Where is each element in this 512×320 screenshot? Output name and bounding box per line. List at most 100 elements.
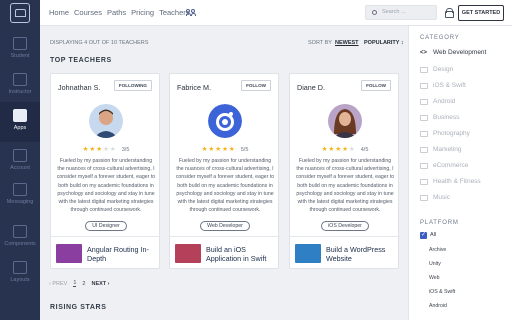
star-icon: ★ xyxy=(342,146,348,153)
platform-all-checkbox[interactable]: ✓ xyxy=(420,232,427,239)
platform-all-label[interactable]: All xyxy=(430,232,436,238)
category-label: Music xyxy=(433,194,450,201)
platform-android[interactable]: Android xyxy=(429,303,447,309)
course-thumbnail[interactable] xyxy=(175,244,201,263)
category-android[interactable]: Android xyxy=(420,98,455,105)
sort-by-label: SORT BY xyxy=(308,40,332,46)
pagination: ‹ PREV 1 2 NEXT › xyxy=(49,280,110,287)
teacher-card: Fabrice M. FOLLOW ★ ★ ★ ★ ★ 5/5 Fueled by my… xyxy=(169,73,280,269)
sidebar-item-components[interactable]: Components xyxy=(0,218,40,258)
teacher-bio: Fueled by my passion for understanding t… xyxy=(56,158,156,214)
course-thumbnail[interactable] xyxy=(56,244,82,263)
results-count: DISPLAYING 4 OUT OF 10 TEACHERS xyxy=(50,40,149,46)
divider xyxy=(170,236,280,237)
top-navbar: Home Courses Paths Pricing Teachers Sear… xyxy=(40,0,512,26)
prev-page-button[interactable]: ‹ PREV xyxy=(49,281,67,287)
divider xyxy=(290,236,400,237)
page-2-link[interactable]: 2 xyxy=(82,281,85,287)
rating: ★ ★ ★ ★ ★ 4/5 xyxy=(290,146,400,153)
category-photography[interactable]: Photography xyxy=(420,130,470,137)
category-title: CATEGORY xyxy=(420,35,460,41)
rating: ★ ★ ★ ★ ★ 3/5 xyxy=(51,146,161,153)
sidebar-item-messaging[interactable]: Messaging xyxy=(0,176,40,216)
avatar[interactable] xyxy=(328,104,362,138)
divider xyxy=(51,236,161,237)
star-icon: ★ xyxy=(96,146,103,153)
category-business[interactable]: Business xyxy=(420,114,459,121)
course-thumbnail[interactable] xyxy=(295,244,321,263)
teacher-card: Diane D. FOLLOW ★ ★ ★ ★ ★ 4/5 Fueled by my p… xyxy=(289,73,400,269)
category-music[interactable]: Music xyxy=(420,194,450,201)
follow-button[interactable]: FOLLOW xyxy=(361,80,391,91)
sidebar-item-apps[interactable]: Apps xyxy=(0,102,40,142)
follow-button[interactable]: FOLLOW xyxy=(241,80,271,91)
role-badge[interactable]: UI Designer xyxy=(85,221,127,231)
sidebar-item-instructor[interactable]: Instructor xyxy=(0,66,40,106)
category-marketing[interactable]: Marketing xyxy=(420,146,462,153)
star-icon: ★ xyxy=(321,146,328,153)
star-icon: ★ xyxy=(335,146,342,153)
get-started-button[interactable]: GET STARTED xyxy=(458,5,504,21)
sidebar-item-layouts[interactable]: Layouts xyxy=(0,254,40,294)
avatar[interactable] xyxy=(89,104,123,138)
sidebar-item-student[interactable]: Student xyxy=(0,30,40,70)
section-title-top-teachers: TOP TEACHERS xyxy=(50,57,112,64)
teacher-bio: Fueled by my passion for understanding t… xyxy=(175,158,275,214)
star-icon: ★ xyxy=(228,146,235,153)
sidebar-item-label: Account xyxy=(10,165,30,171)
search-input[interactable]: Search ... xyxy=(365,5,437,20)
rating-value: 3/5 xyxy=(121,146,130,153)
teacher-name[interactable]: Johnathan S. xyxy=(58,83,100,92)
category-label: Web Development xyxy=(433,49,487,56)
platform-web[interactable]: Web xyxy=(429,275,440,281)
following-button[interactable]: FOLLOWING xyxy=(113,80,152,91)
main-nav: Home Courses Paths Pricing Teachers xyxy=(49,8,190,17)
sort-newest-button[interactable]: NEWEST xyxy=(335,40,359,46)
course-title[interactable]: Angular Routing In-Depth xyxy=(87,245,157,263)
briefcase-icon xyxy=(420,114,428,121)
role-badge[interactable]: Web Developer xyxy=(200,221,250,231)
components-icon xyxy=(13,225,27,238)
category-label: iOS & Swift xyxy=(433,82,466,89)
cart-icon xyxy=(420,162,428,169)
category-design[interactable]: Design xyxy=(420,66,453,73)
page-1-link[interactable]: 1 xyxy=(73,280,77,287)
platform-unity[interactable]: Unity xyxy=(429,261,441,267)
star-icon: ★ xyxy=(103,146,109,153)
category-ios-swift[interactable]: iOS & Swift xyxy=(420,82,466,89)
category-web-development[interactable]: <> Web Development xyxy=(420,49,486,56)
sidebar-item-label: Layouts xyxy=(10,277,30,283)
star-icon: ★ xyxy=(348,146,355,153)
role-badge[interactable]: iOS Developer xyxy=(321,221,369,231)
search-icon xyxy=(372,10,377,15)
nav-pricing[interactable]: Pricing xyxy=(131,8,154,17)
course-title[interactable]: Build an iOS Application in Swift xyxy=(206,245,276,263)
student-icon xyxy=(13,37,27,50)
nav-courses[interactable]: Courses xyxy=(74,8,102,17)
users-icon[interactable] xyxy=(186,9,196,16)
platform-archive[interactable]: Archive xyxy=(429,247,446,253)
main-content: DISPLAYING 4 OUT OF 10 TEACHERS SORT BY … xyxy=(40,26,408,320)
rating-value: 5/5 xyxy=(240,146,249,153)
avatar[interactable] xyxy=(208,104,242,138)
teacher-card: Johnathan S. FOLLOWING ★ ★ ★ ★ ★ 3/5 Fueled … xyxy=(50,73,161,269)
next-page-button[interactable]: NEXT › xyxy=(91,281,109,287)
app-logo-icon[interactable] xyxy=(10,3,30,23)
category-health-fitness[interactable]: Health & Fitness xyxy=(420,178,481,185)
heart-icon xyxy=(420,178,428,185)
nav-paths[interactable]: Paths xyxy=(107,8,126,17)
sidebar-item-label: Components xyxy=(4,241,36,247)
platform-ios-swift[interactable]: iOS & Swift xyxy=(429,289,455,295)
course-title[interactable]: Build a WordPress Website xyxy=(326,245,396,263)
platform-title: PLATFORM xyxy=(420,220,459,226)
star-icon: ★ xyxy=(215,146,222,153)
sort-popularity-button[interactable]: POPULARITY ↕ xyxy=(364,40,404,46)
lock-icon[interactable] xyxy=(445,8,454,18)
teacher-name[interactable]: Diane D. xyxy=(297,83,325,92)
nav-home[interactable]: Home xyxy=(49,8,69,17)
category-ecommerce[interactable]: eCommerce xyxy=(420,162,468,169)
star-icon: ★ xyxy=(89,146,96,153)
nav-teachers[interactable]: Teachers xyxy=(159,8,189,17)
teacher-name[interactable]: Fabrice M. xyxy=(177,83,211,92)
sidebar-item-label: Instructor xyxy=(8,89,32,95)
